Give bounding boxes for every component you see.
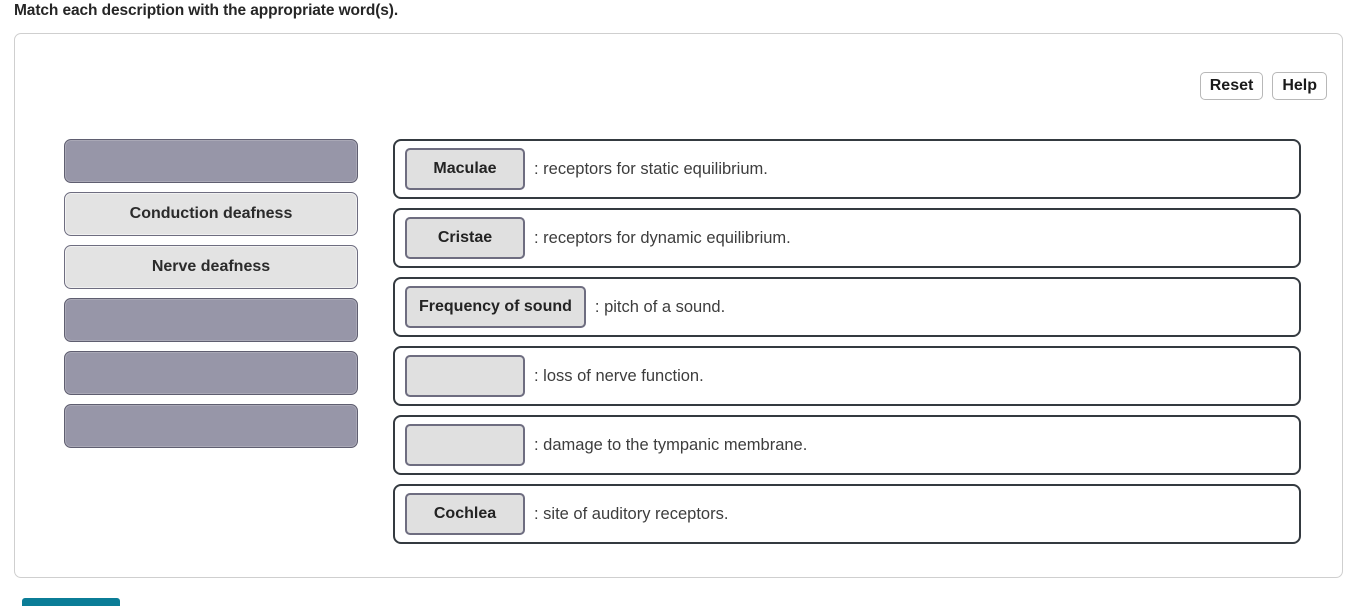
word-bank-slot[interactable]	[64, 139, 358, 183]
reset-button[interactable]: Reset	[1199, 72, 1264, 100]
answer-dropzone[interactable]: Cochlea	[405, 493, 525, 535]
word-bank-slot[interactable]	[64, 298, 358, 342]
match-row: Maculae : receptors for static equilibri…	[393, 139, 1301, 199]
word-bank-slot[interactable]	[64, 404, 358, 448]
match-row: : damage to the tympanic membrane.	[393, 415, 1301, 475]
answer-dropzone[interactable]: Frequency of sound	[405, 286, 586, 328]
match-exercise-panel: Reset Help Conduction deafness Nerve dea…	[14, 33, 1343, 578]
answer-dropzone[interactable]: Maculae	[405, 148, 525, 190]
word-bank: Conduction deafness Nerve deafness	[64, 139, 358, 448]
page-title: Match each description with the appropri…	[14, 2, 399, 19]
description-text: : loss of nerve function.	[534, 366, 704, 385]
word-bank-tile[interactable]: Nerve deafness	[64, 245, 358, 289]
word-bank-tile[interactable]: Conduction deafness	[64, 192, 358, 236]
match-board: Conduction deafness Nerve deafness Macul…	[15, 139, 1342, 559]
word-bank-slot[interactable]	[64, 351, 358, 395]
description-text: : receptors for static equilibrium.	[534, 159, 768, 178]
toolbar: Reset Help	[1199, 72, 1327, 100]
match-row: Cristae : receptors for dynamic equilibr…	[393, 208, 1301, 268]
description-text: : damage to the tympanic membrane.	[534, 435, 808, 454]
match-row: Cochlea : site of auditory receptors.	[393, 484, 1301, 544]
description-text: : receptors for dynamic equilibrium.	[534, 228, 791, 247]
help-button[interactable]: Help	[1272, 72, 1327, 100]
description-rows: Maculae : receptors for static equilibri…	[393, 139, 1301, 544]
description-text: : pitch of a sound.	[594, 297, 726, 316]
submit-button[interactable]	[22, 598, 120, 606]
match-row: Frequency of sound : pitch of a sound.	[393, 277, 1301, 337]
description-text: : site of auditory receptors.	[534, 504, 729, 523]
answer-dropzone[interactable]: Cristae	[405, 217, 525, 259]
match-row: : loss of nerve function.	[393, 346, 1301, 406]
answer-dropzone[interactable]	[405, 424, 525, 466]
answer-dropzone[interactable]	[405, 355, 525, 397]
